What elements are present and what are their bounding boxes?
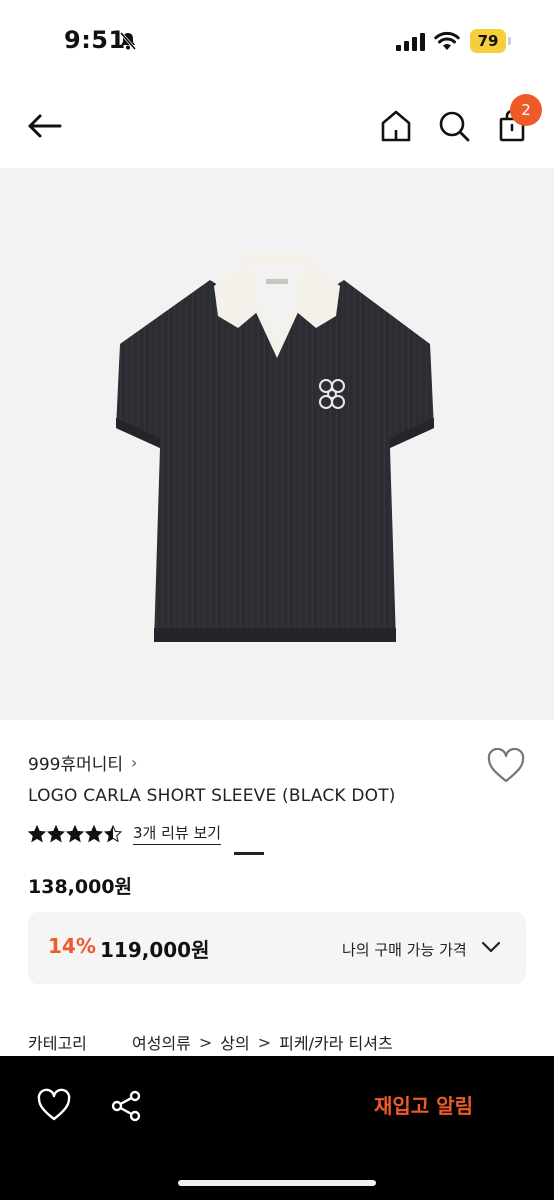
polo-shirt-image (116, 252, 434, 642)
brand-name: 999휴머니티 (28, 755, 124, 775)
wifi-icon (434, 31, 460, 50)
bell-off-icon (119, 32, 137, 50)
top-nav (0, 84, 554, 168)
discount-rate: 14% (48, 934, 96, 958)
review-link[interactable]: 3개 리뷰 보기 (133, 822, 222, 845)
share-icon[interactable] (108, 1088, 144, 1124)
my-price-label: 나의 구매 가능 가격 (342, 941, 467, 959)
star-icon (66, 824, 84, 842)
signal-icon (396, 33, 425, 51)
chevron-right-icon: > (257, 1032, 272, 1052)
home-icon[interactable] (376, 106, 416, 146)
restock-alert-button[interactable]: 재입고 알림 (374, 1090, 473, 1119)
category-crumb-women[interactable]: 여성의류 (132, 1030, 191, 1054)
battery-nub (508, 37, 511, 45)
brand-link[interactable]: 999휴머니티 › (28, 750, 137, 775)
battery-indicator: 79 (470, 29, 506, 53)
category-crumb-tops[interactable]: 상의 (220, 1030, 249, 1054)
heart-icon[interactable] (486, 748, 526, 784)
star-icon (104, 824, 122, 842)
image-page-indicator (234, 852, 264, 855)
original-price: 138,000원 (28, 876, 133, 898)
star-icon (47, 824, 65, 842)
chevron-right-icon: › (131, 753, 138, 772)
home-indicator (178, 1180, 376, 1186)
star-icon (28, 824, 46, 842)
rating-stars (28, 824, 123, 843)
rating-row: 3개 리뷰 보기 (28, 822, 222, 845)
category-row: 카테고리 여성의류 > 상의 > 피케/카라 티셔츠 (28, 1030, 393, 1054)
status-bar: 9:51 79 (0, 0, 554, 84)
status-time: 9:51 (64, 26, 126, 54)
product-name: LOGO CARLA SHORT SLEEVE (BLACK DOT) (28, 786, 396, 806)
category-crumb-polo[interactable]: 피케/카라 티셔츠 (279, 1030, 393, 1054)
cart-count-badge: 2 (510, 94, 542, 126)
bottom-action-bar: 재입고 알림 (0, 1056, 554, 1200)
star-icon (85, 824, 103, 842)
search-icon[interactable] (434, 106, 474, 146)
chevron-right-icon: > (198, 1032, 213, 1052)
discount-price: 119,000원 (100, 938, 210, 962)
category-label: 카테고리 (28, 1034, 87, 1053)
product-image[interactable] (0, 168, 554, 855)
chevron-down-icon[interactable] (480, 936, 502, 958)
back-arrow-icon[interactable] (24, 106, 64, 146)
my-price-box[interactable]: 14% 119,000원 나의 구매 가능 가격 (28, 912, 526, 984)
heart-icon[interactable] (36, 1088, 72, 1124)
